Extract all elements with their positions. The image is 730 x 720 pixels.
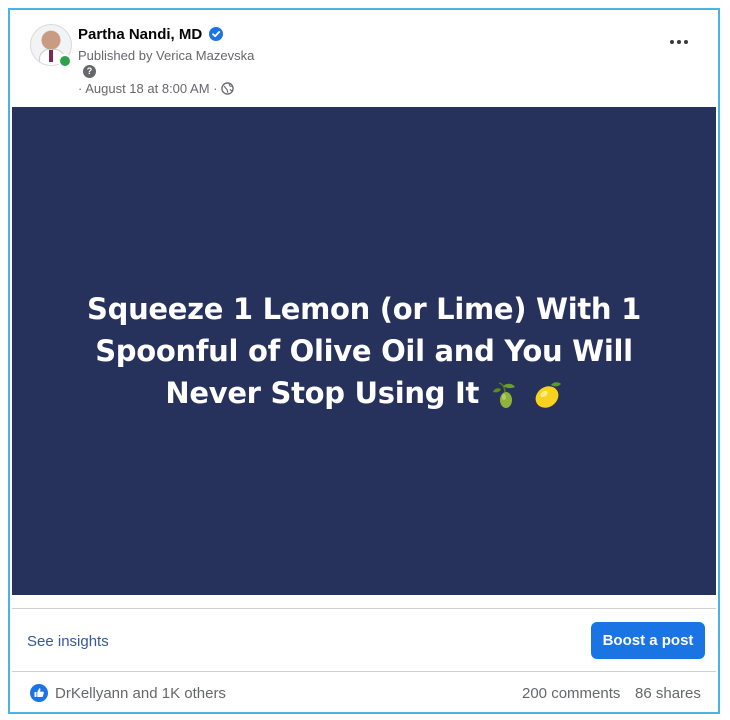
reactions-summary[interactable]: DrKellyann and 1K others [55,685,226,702]
help-icon[interactable]: ? [83,65,96,78]
engagement-divider [12,671,716,672]
verified-badge-icon [209,27,223,41]
published-by-label: Published by Verica Mazevska [78,48,255,63]
see-insights-link[interactable]: See insights [27,633,109,650]
author-name[interactable]: Partha Nandi, MD [78,26,202,43]
more-dot-1 [670,40,674,44]
more-options-button[interactable] [664,30,696,54]
shares-count[interactable]: 86 shares [635,685,701,702]
avatar-tie [49,50,53,62]
more-dot-2 [677,40,681,44]
post-card: Partha Nandi, MD Published by Verica Maz… [8,8,720,714]
post-timestamp[interactable]: · August 18 at 8:00 AM · [78,81,217,96]
more-dot-3 [684,40,688,44]
actions-divider [12,608,716,609]
olive-icon [492,382,515,408]
lemon-icon [535,382,561,408]
post-image[interactable]: Squeeze 1 Lemon (or Lime) With 1 Spoonfu… [12,107,716,595]
globe-icon[interactable] [221,82,234,95]
comments-count[interactable]: 200 comments [522,685,620,702]
post-headline: Squeeze 1 Lemon (or Lime) With 1 Spoonfu… [54,288,674,414]
post-header: Partha Nandi, MD Published by Verica Maz… [10,10,718,106]
boost-post-button[interactable]: Boost a post [591,622,705,659]
online-status-dot [58,54,72,68]
like-icon[interactable] [30,684,48,702]
